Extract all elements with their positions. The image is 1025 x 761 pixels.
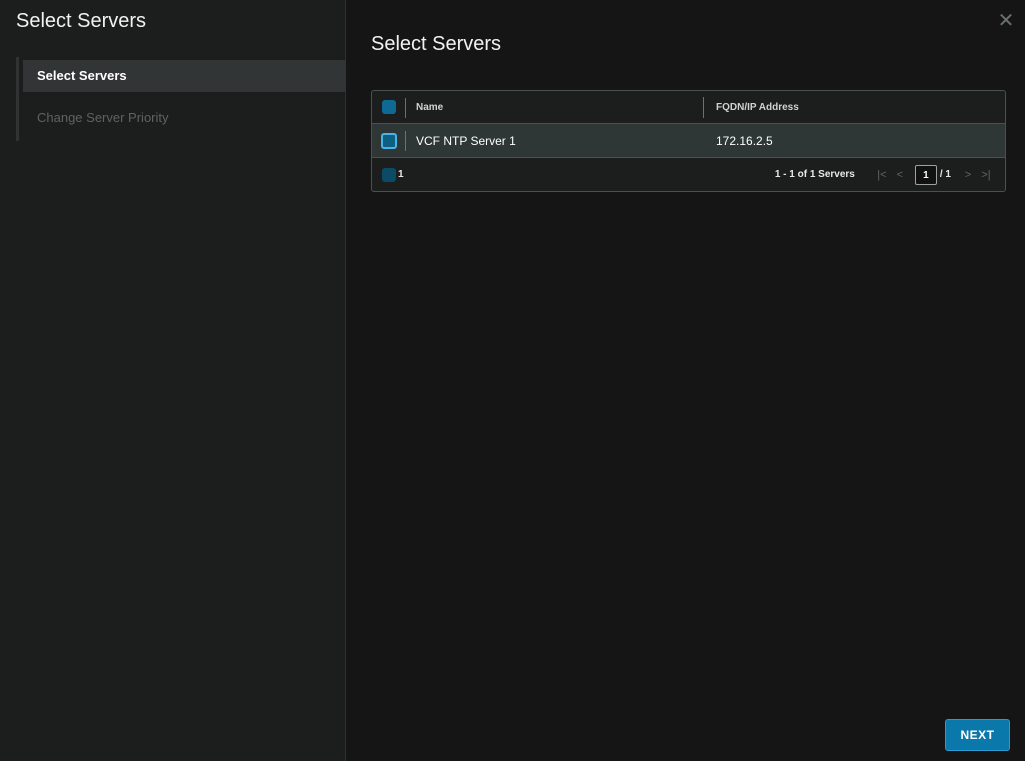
selection-count-checkbox <box>382 167 396 182</box>
step-change-server-priority: Change Server Priority <box>37 110 169 125</box>
cell-server-name: VCF NTP Server 1 <box>416 133 516 148</box>
last-page-icon[interactable]: >| <box>977 169 995 181</box>
datagrid-footer: 1 1 - 1 of 1 Servers |< < 1 / 1 > >| <box>372 158 1005 191</box>
select-all-checkbox[interactable] <box>382 100 396 114</box>
total-pages: / 1 <box>939 169 951 180</box>
step-list: Select Servers Change Server Priority <box>16 57 349 141</box>
datagrid-header: Name FQDN/IP Address <box>372 91 1005 124</box>
column-header-name[interactable]: Name <box>406 91 704 123</box>
step-select-servers[interactable]: Select Servers <box>23 60 349 92</box>
wizard-sidebar: Select Servers Select Servers Change Ser… <box>0 0 349 761</box>
previous-page-icon[interactable]: < <box>891 169 909 181</box>
table-row[interactable]: VCF NTP Server 1 172.16.2.5 <box>372 124 1005 158</box>
pagination: 1 - 1 of 1 Servers |< < 1 / 1 > >| <box>775 158 995 191</box>
wizard-title: Select Servers <box>16 10 147 32</box>
cell-server-address: 172.16.2.5 <box>716 133 773 148</box>
column-header-address[interactable]: FQDN/IP Address <box>704 91 1005 123</box>
pagination-description: 1 - 1 of 1 Servers <box>774 169 855 180</box>
row-checkbox[interactable] <box>381 132 397 149</box>
page-title: Select Servers <box>371 33 502 55</box>
next-page-icon[interactable]: > <box>959 169 977 181</box>
select-all-cell <box>372 91 406 123</box>
servers-datagrid: Name FQDN/IP Address VCF NTP Server 1 17… <box>371 90 1006 192</box>
next-button[interactable]: NEXT <box>945 719 1010 751</box>
first-page-icon[interactable]: |< <box>873 169 891 181</box>
current-page-input[interactable]: 1 <box>914 164 937 185</box>
wizard-modal: Select Servers Select Servers Change Ser… <box>0 0 1025 761</box>
close-icon[interactable]: ✕ <box>995 10 1017 32</box>
wizard-content: ✕ Select Servers Name FQDN/IP Address VC… <box>346 0 1025 761</box>
footer-select-cell <box>372 158 406 191</box>
row-select-cell <box>372 124 406 157</box>
